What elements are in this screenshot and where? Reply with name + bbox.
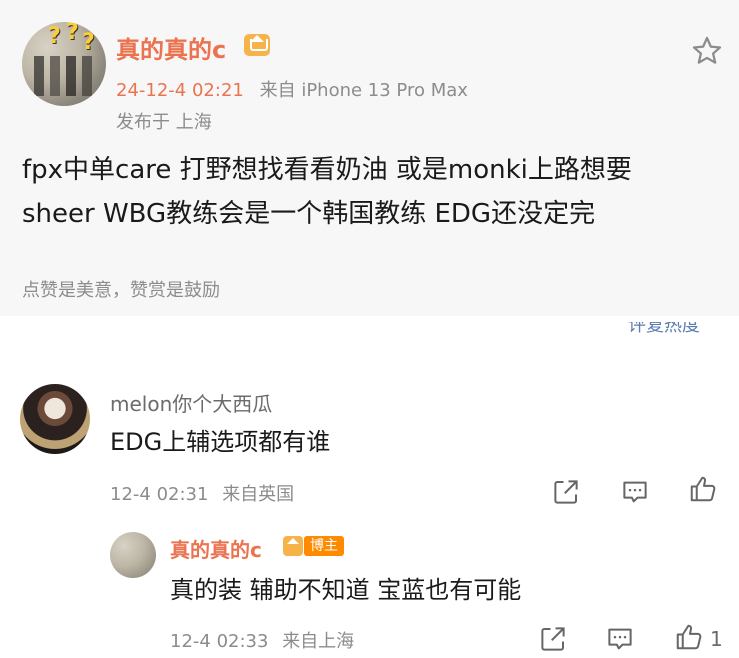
comment-source: 来自英国 [222,484,295,505]
question-mark-icon: ? [48,24,61,49]
comment-source: 来自上海 [282,631,355,652]
reward-text: 点赞是美意，赞赏是鼓励 [22,280,220,301]
post-body: fpx中单care 打野想找看看奶油 或是monki上路想要 sheer WBG… [22,148,722,236]
like-count: 1 [710,627,723,651]
comment-author-name[interactable]: 真的真的c [170,534,262,563]
post-location: 发布于 上海 [116,112,212,133]
comment-meta: 12-4 02:33 来自上海 [170,627,354,653]
like-icon[interactable] [688,474,718,504]
blogger-badge: 博主 [304,536,344,556]
vip-crown-icon [283,536,303,556]
question-mark-icon: ? [82,30,95,55]
post-source: 来自 iPhone 13 Pro Max [259,80,468,101]
comment-icon[interactable] [605,624,635,654]
post-time: 24-12-4 02:21 [116,80,244,101]
share-icon[interactable] [538,624,568,654]
comment-avatar[interactable] [20,384,90,454]
post-body-line: fpx中单care 打野想找看看奶油 或是monki上路想要 [22,155,632,185]
question-mark-icon: ? [66,22,79,45]
like-icon[interactable] [674,622,704,652]
comment-avatar[interactable] [110,532,156,578]
post-body-line: sheer WBG教练会是一个韩国教练 EDG还没定完 [22,199,596,229]
comment-author-name[interactable]: melon你个大西瓜 [110,388,272,417]
comment-text: EDG上辅选项都有谁 [110,428,331,456]
comment-icon[interactable] [620,477,650,507]
comment-time: 12-4 02:33 [170,631,269,652]
comment-time: 12-4 02:31 [110,484,209,505]
share-icon[interactable] [551,477,581,507]
comment-text: 真的装 辅助不知道 宝蓝也有可能 [170,576,522,604]
vip-crown-icon [244,34,270,56]
comment-meta: 12-4 02:31 来自英国 [110,480,294,506]
avatar-people [28,56,100,96]
star-icon[interactable] [690,34,724,68]
post-author-name[interactable]: 真的真的c [116,30,226,65]
avatar[interactable]: ? ? ? [22,22,106,106]
sort-tab[interactable]: 评复热度 [628,322,700,336]
post-meta: 24-12-4 02:21 来自 iPhone 13 Pro Max [116,76,468,102]
